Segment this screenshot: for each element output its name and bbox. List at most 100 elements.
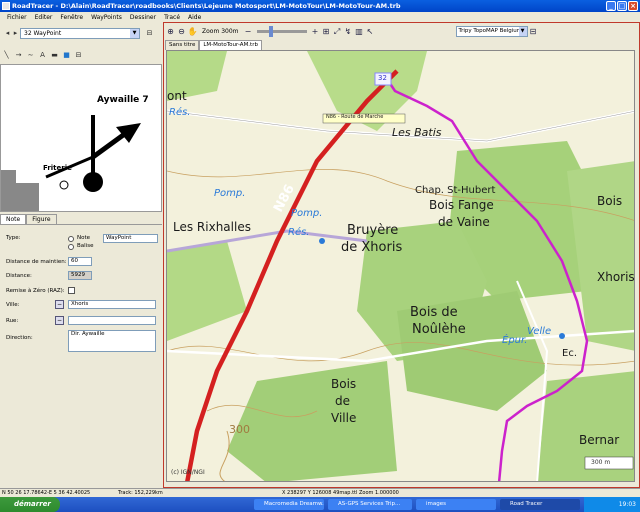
menu-trace[interactable]: Tracé [160, 14, 184, 21]
color-tool-icon[interactable]: ■ [62, 51, 71, 60]
maximize-button[interactable]: □ [617, 1, 627, 11]
map-label-velle: Velle [527, 326, 552, 337]
topo-map[interactable]: 32 N86 - Route de Marche ont Les Batis C… [166, 50, 635, 482]
map-source-value: Tripy TopoMAP Belgium [458, 27, 523, 34]
drawing-toolbar: ╲ → ∼ A ▬ ■ ⊟ [2, 51, 162, 62]
line-tool-icon[interactable]: ╲ [2, 51, 11, 60]
title-bar: RoadTracer - D:\Alain\RoadTracer\roadboo… [0, 0, 640, 12]
menu-fenetre[interactable]: Fenêtre [56, 14, 87, 21]
split-icon[interactable]: ▥ [354, 26, 365, 37]
zoom-out-icon[interactable]: ⊖ [176, 26, 187, 37]
direction-field[interactable]: Dir. Aywaille [68, 330, 156, 352]
fit-icon[interactable]: ⊞ [321, 26, 332, 37]
waypoint-select[interactable]: 32 WayPoint ▼ [20, 28, 140, 39]
radio-note-label: Note [77, 235, 91, 241]
roadbook-place-text: Friterie [43, 164, 72, 172]
map-label-pomp2: Pomp. [291, 208, 323, 219]
cursor-icon[interactable]: ↖ [365, 26, 376, 37]
menu-dessiner[interactable]: Dessiner [126, 14, 160, 21]
zoom-in-icon[interactable]: ⊕ [165, 26, 176, 37]
map-label-chapel: Chap. St-Hubert [415, 185, 496, 196]
zoom-slider-thumb[interactable] [268, 25, 273, 37]
taskbar: démarrer Macromedia Dreamw... AS-GPS Ser… [0, 497, 640, 512]
minimize-button[interactable]: _ [606, 1, 616, 11]
radio-balise[interactable] [68, 244, 74, 250]
menu-fichier[interactable]: Fichier [3, 14, 31, 21]
task-roadtracer[interactable]: Road Tracer [500, 499, 580, 510]
tab-sans-titre[interactable]: Sans titre [165, 40, 200, 50]
roadbook-canvas[interactable]: Aywaille 7 Friterie [0, 64, 162, 212]
forest-area [167, 241, 247, 341]
roadbook-direction-arrow [91, 130, 128, 160]
map-copyright: (c) IGN/NGI [171, 469, 205, 476]
radio-balise-label: Balise [77, 243, 94, 249]
waypoint-select-value: 32 WayPoint [24, 30, 62, 37]
expand-icon[interactable]: ⤢ [332, 26, 343, 37]
route-icon[interactable]: ↯ [343, 26, 354, 37]
tab-figure[interactable]: Figure [26, 214, 57, 224]
map-label-ont: ont [167, 89, 187, 103]
menu-editer[interactable]: Editer [31, 14, 57, 21]
map-drawing [167, 51, 634, 481]
remise-label: Remise à Zéro (RAZ): [6, 288, 65, 294]
task-images[interactable]: images [416, 499, 496, 510]
start-button[interactable]: démarrer [0, 497, 60, 512]
contour-line [219, 430, 230, 481]
arrow-tool-icon[interactable]: → [14, 51, 23, 60]
task-dreamweaver[interactable]: Macromedia Dreamw... [254, 499, 324, 510]
distance-label: Distance: [6, 273, 32, 279]
fill-tool-icon[interactable]: ▬ [50, 51, 59, 60]
app-icon [2, 2, 10, 10]
map-label-bernard: Bernar [579, 433, 620, 447]
chevron-down-icon: ▼ [518, 26, 527, 36]
map-label-bruyere: Bruyère [347, 223, 399, 238]
water-point [319, 238, 325, 244]
radio-note[interactable] [68, 236, 74, 242]
roadbook-pin-icon [59, 180, 69, 190]
close-button[interactable]: × [628, 1, 638, 11]
map-scale-label: 300 m [591, 459, 611, 466]
minus-icon[interactable]: ⊟ [145, 29, 154, 38]
tab-lm-mototour[interactable]: LM-MotoTour-AM.trb [199, 40, 262, 50]
window-title: RoadTracer - D:\Alain\RoadTracer\roadboo… [12, 2, 401, 10]
ville-minus-button[interactable]: − [55, 300, 64, 309]
tab-note[interactable]: Note [0, 214, 27, 224]
text-tool-icon[interactable]: A [38, 51, 47, 60]
map-label-bois-ville-2: de [335, 394, 350, 408]
next-waypoint-icon[interactable]: ▸ [11, 29, 20, 38]
roadbook-start-dot [83, 172, 103, 192]
system-tray: 19:03 [584, 497, 640, 512]
map-label-de-xhoris: de Xhoris [341, 240, 403, 255]
delete-tool-icon[interactable]: ⊟ [74, 51, 83, 60]
waypoint-number: 32 [378, 74, 387, 82]
ville-field[interactable]: Xhoris [68, 300, 156, 309]
status-bar: N 50 26 17.78642-E 5 36 42.40025 Track: … [0, 488, 640, 497]
map-source-select[interactable]: Tripy TopoMAP Belgium ▼ [455, 25, 528, 37]
map-minus-icon[interactable]: ⊟ [528, 26, 539, 37]
ville-label: Ville: [6, 302, 20, 308]
task-asgps[interactable]: AS-GPS Services Trip... [328, 499, 412, 510]
pan-hand-icon[interactable]: ✋ [187, 26, 198, 37]
distance-maintien-label: Distance de maintien: [6, 259, 67, 265]
map-label-bois-de: Bois de [410, 305, 458, 320]
clock: 19:03 [618, 501, 636, 508]
menu-bar: Fichier Editer Fenêtre WayPoints Dessine… [0, 12, 640, 22]
zoom-minus-icon[interactable]: − [243, 26, 254, 37]
waypoint-form: Type: Note Balise WayPoint Distance de m… [0, 224, 162, 488]
distance-maintien-field[interactable]: 60 [68, 257, 92, 266]
zoom-slider[interactable] [256, 25, 307, 37]
forest-area [567, 161, 634, 351]
map-label-bois-fange: Bois Fange [429, 198, 494, 212]
rue-minus-button[interactable]: − [55, 316, 64, 325]
map-label-de-vaine: de Vaine [438, 215, 490, 229]
distance-field: 5929 [68, 271, 92, 280]
curve-tool-icon[interactable]: ∼ [26, 51, 35, 60]
type-select[interactable]: WayPoint [103, 234, 158, 243]
menu-waypoints[interactable]: WayPoints [87, 14, 126, 21]
zoom-plus-icon[interactable]: + [310, 26, 321, 37]
rue-field[interactable] [68, 316, 156, 325]
remise-checkbox[interactable] [68, 287, 75, 294]
map-label-ec: Ec. [562, 348, 577, 359]
menu-aide[interactable]: Aide [184, 14, 205, 21]
map-label-rixhalles: Les Rixhalles [173, 220, 251, 234]
